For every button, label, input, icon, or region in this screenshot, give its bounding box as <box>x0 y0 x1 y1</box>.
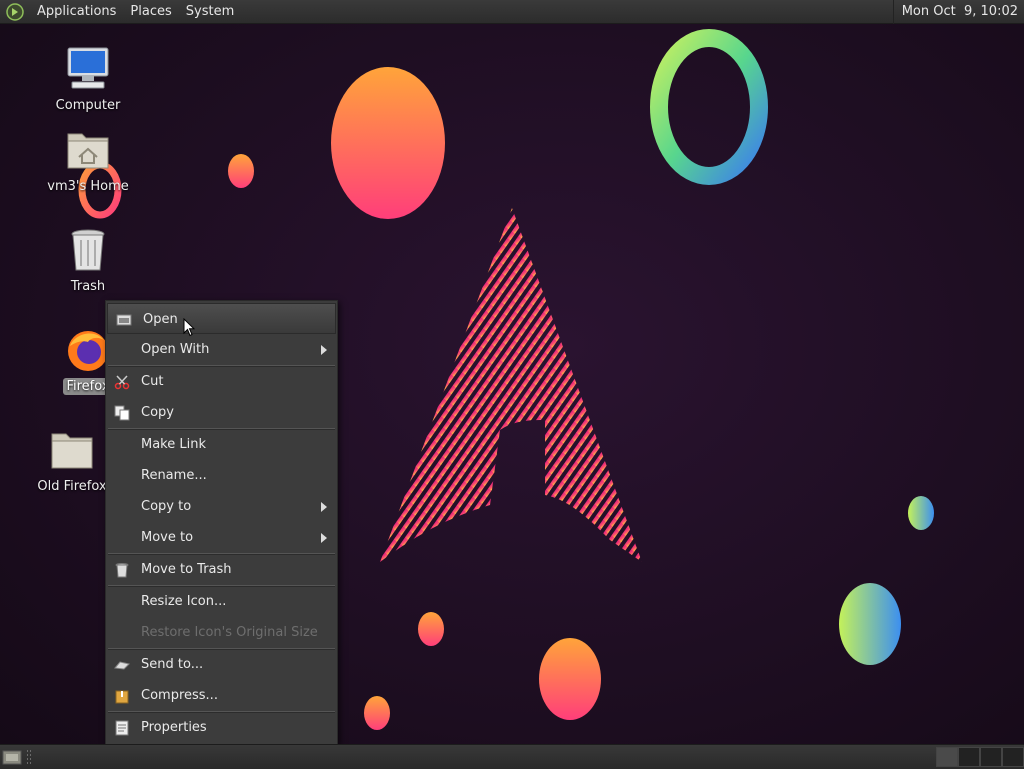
desktop-icon-trash[interactable]: Trash <box>40 226 136 295</box>
menu-item-restore-icon-size: Restore Icon's Original Size <box>141 625 318 640</box>
open-icon <box>116 314 132 326</box>
home-folder-icon <box>67 133 109 169</box>
workspace-3[interactable] <box>980 747 1002 767</box>
show-desktop-icon[interactable] <box>2 748 22 766</box>
desktop-icon-home[interactable]: vm3's Home <box>40 126 136 195</box>
send-icon <box>114 661 130 670</box>
copy-icon <box>114 405 130 421</box>
folder-icon <box>51 433 93 469</box>
menu-item-cut[interactable]: Cut <box>106 366 337 397</box>
desktop-icon-computer[interactable]: Computer <box>40 45 136 114</box>
computer-icon <box>67 47 109 89</box>
menu-logo-icon[interactable] <box>6 2 24 21</box>
workspace-2[interactable] <box>958 747 980 767</box>
applications-menu[interactable]: Applications <box>30 0 123 24</box>
submenu-arrow-icon <box>321 502 327 512</box>
menu-item-resize-icon[interactable]: Resize Icon... <box>106 586 337 617</box>
menu-item-rename[interactable]: Rename... <box>106 460 337 491</box>
workspace-1[interactable] <box>936 747 958 767</box>
menu-item-properties[interactable]: Properties <box>106 712 337 743</box>
top-panel: Applications Places System Mon Oct 9, 10… <box>0 0 1024 24</box>
menu-item-compress[interactable]: Compress... <box>106 680 337 711</box>
places-menu[interactable]: Places <box>123 0 178 24</box>
mouse-cursor-icon <box>183 318 195 337</box>
menu-item-send-to[interactable]: Send to... <box>106 649 337 680</box>
submenu-arrow-icon <box>321 533 327 543</box>
archive-icon <box>115 690 129 704</box>
bottom-panel <box>0 744 1024 769</box>
submenu-arrow-icon <box>321 345 327 355</box>
clock[interactable]: Mon Oct 9, 10:02 <box>892 0 1024 24</box>
desktop-icon-label: Trash <box>70 279 106 294</box>
desktop-icon-label: vm3's Home <box>47 179 129 194</box>
menu-item-copy[interactable]: Copy <box>106 397 337 428</box>
system-menu[interactable]: System <box>179 0 241 24</box>
panel-grip[interactable] <box>26 749 32 765</box>
properties-icon <box>115 720 129 736</box>
desktop-icon-label: Computer <box>55 98 121 113</box>
trash-icon <box>115 563 129 578</box>
menu-item-open[interactable]: Open <box>107 303 336 334</box>
trash-icon <box>71 229 105 271</box>
menu-item-move-to-trash[interactable]: Move to Trash <box>106 554 337 585</box>
workspace-4[interactable] <box>1002 747 1024 767</box>
menu-item-open-with[interactable]: Open With <box>106 334 337 365</box>
menu-item-move-to[interactable]: Move to <box>106 522 337 553</box>
context-menu: Open Open With Cut Copy Make Link Rename… <box>105 300 338 745</box>
menu-item-make-link[interactable]: Make Link <box>106 429 337 460</box>
menu-item-copy-to[interactable]: Copy to <box>106 491 337 522</box>
desktop-icon-label: Old Firefox <box>37 479 107 494</box>
scissors-icon <box>114 375 130 390</box>
